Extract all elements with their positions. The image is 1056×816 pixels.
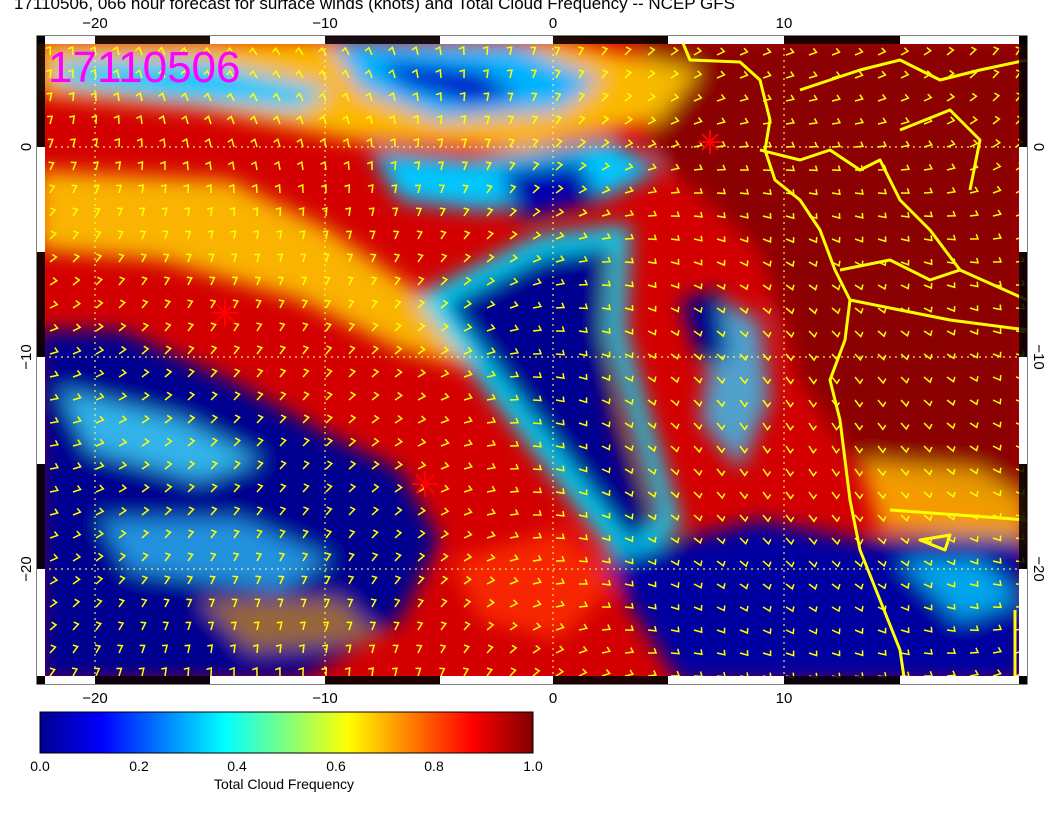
x-tick-top: 0: [549, 15, 557, 32]
y-tick-labels-left: 0 −10 −20: [18, 143, 35, 582]
colorbar-tick: 0.8: [424, 758, 444, 774]
x-tick-labels-top: −20 −10 0 10: [82, 15, 792, 32]
x-tick-bottom: 0: [549, 690, 557, 707]
x-tick-top: −20: [82, 15, 107, 32]
cloud-frequency-field: [37, 36, 1027, 684]
x-tick-bottom: 10: [776, 690, 793, 707]
map-figure: −20 −10 0 10 −20 −10 0 10 0 −10 −20 0 −1…: [18, 15, 1047, 754]
colorbar-tick: 1.0: [523, 758, 543, 774]
star-marker: [211, 299, 239, 327]
x-tick-bottom: −20: [82, 690, 107, 707]
y-tick-right: −20: [1030, 556, 1047, 581]
colorbar-tick: 0.2: [129, 758, 149, 774]
y-tick-right: 0: [1030, 143, 1047, 151]
x-tick-top: −10: [312, 15, 337, 32]
y-tick-right: −10: [1030, 344, 1047, 369]
y-tick-labels-right: 0 −10 −20: [1030, 143, 1047, 582]
x-tick-top: 10: [776, 15, 793, 32]
colorbar-tick: 0.0: [30, 758, 50, 774]
colorbar-tick: 0.6: [326, 758, 346, 774]
colorbar: [39, 711, 534, 754]
colorbar-tick-labels: 0.0 0.2 0.4 0.6 0.8 1.0: [0, 758, 1056, 778]
y-tick-left: −20: [18, 556, 35, 581]
date-stamp: 17110506: [48, 43, 241, 92]
x-tick-labels-bottom: −20 −10 0 10: [82, 690, 792, 707]
x-tick-bottom: −10: [312, 690, 337, 707]
colorbar-tick: 0.4: [227, 758, 247, 774]
y-tick-left: 0: [18, 143, 35, 151]
y-tick-left: −10: [18, 344, 35, 369]
colorbar-title: Total Cloud Frequency: [213, 776, 355, 792]
